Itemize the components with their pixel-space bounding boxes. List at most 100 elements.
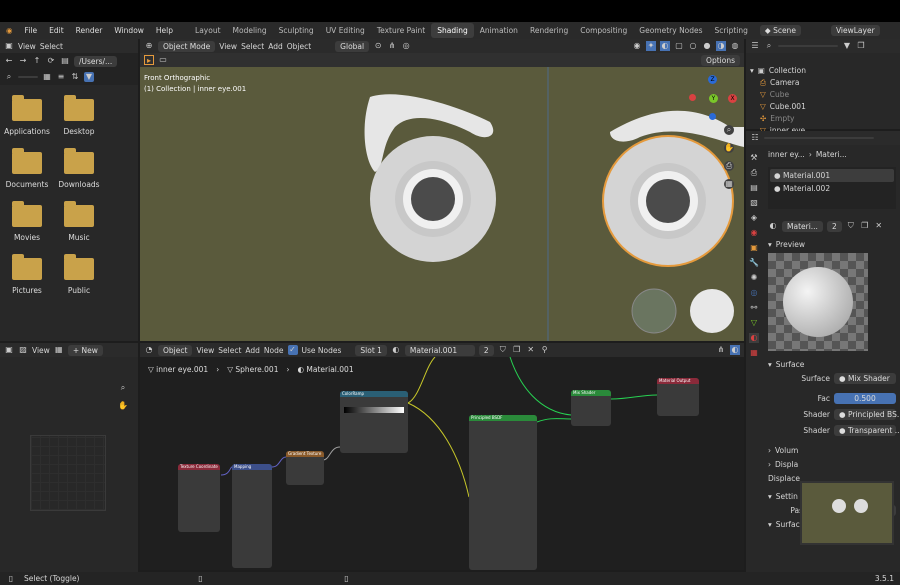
- filter-icon[interactable]: ▼: [84, 72, 94, 82]
- particles-tab-icon[interactable]: ✺: [749, 273, 759, 283]
- snap-node-icon[interactable]: ⋔: [716, 345, 726, 355]
- node-editor[interactable]: ▽ inner eye.001 › ▽ Sphere.001 › ◐ Mater…: [140, 357, 744, 570]
- close-icon[interactable]: ✕: [874, 221, 884, 231]
- physics-tab-icon[interactable]: ◎: [749, 288, 759, 298]
- tab-animation[interactable]: Animation: [474, 23, 524, 38]
- material-slot-2[interactable]: ● Material.002: [770, 182, 894, 195]
- modifier-tab-icon[interactable]: 🔧: [749, 258, 759, 268]
- file-item-pictures[interactable]: Pictures: [2, 254, 52, 295]
- axis-x-icon[interactable]: X: [728, 94, 737, 103]
- hand-pan-icon[interactable]: ✋: [118, 401, 128, 411]
- zoom-icon[interactable]: ⌕: [118, 383, 128, 393]
- list-view-icon[interactable]: ≡: [56, 72, 66, 82]
- fb-select-menu[interactable]: Select: [40, 42, 63, 51]
- tab-layout[interactable]: Layout: [189, 23, 227, 38]
- vp-view-menu[interactable]: View: [219, 42, 237, 51]
- editor-type-icon[interactable]: ⊕: [144, 41, 154, 51]
- ne-node-menu[interactable]: Node: [264, 346, 284, 355]
- xray-icon[interactable]: ▢: [674, 41, 684, 51]
- node-colorramp[interactable]: ColorRamp: [340, 391, 408, 453]
- overlay-icon[interactable]: ◐: [660, 41, 670, 51]
- tab-texture-paint[interactable]: Texture Paint: [371, 23, 431, 38]
- image-browse-icon[interactable]: ▦: [54, 345, 64, 355]
- outliner-item-cube001[interactable]: ▽ Cube.001: [746, 101, 900, 113]
- checkbox-checked-icon[interactable]: ✓: [287, 345, 298, 355]
- outliner-item-cube[interactable]: ▽ Cube: [746, 89, 900, 101]
- sort-icon[interactable]: ⇅: [70, 72, 80, 82]
- filter-search[interactable]: [18, 76, 38, 78]
- node-material-output[interactable]: Material Output: [657, 378, 699, 416]
- vp-select-menu[interactable]: Select: [241, 42, 264, 51]
- properties-search[interactable]: [764, 137, 874, 139]
- refresh-icon[interactable]: ⟳: [46, 56, 56, 66]
- options-button[interactable]: Options: [701, 54, 740, 66]
- properties-type-icon[interactable]: ☷: [750, 133, 760, 143]
- new-image-button[interactable]: + New: [67, 344, 103, 356]
- filter-funnel-icon[interactable]: ▼: [842, 41, 852, 51]
- copy-icon[interactable]: ❐: [860, 221, 870, 231]
- proportional-icon[interactable]: ◎: [401, 41, 411, 51]
- material-users-count[interactable]: 2: [826, 220, 842, 232]
- axis-z-icon[interactable]: Z: [708, 75, 717, 84]
- render-tab-icon[interactable]: ⎙: [749, 168, 759, 178]
- shader2-field[interactable]: ● Transparent ...: [834, 424, 900, 436]
- select-tool-icon[interactable]: ▸: [144, 55, 154, 65]
- hand-pan-icon[interactable]: ✋: [724, 143, 734, 153]
- pin-icon[interactable]: ⚲: [540, 345, 550, 355]
- constraints-tab-icon[interactable]: ⚯: [749, 303, 759, 313]
- menu-window[interactable]: Window: [108, 26, 150, 35]
- new-collection-icon[interactable]: ❐: [856, 41, 866, 51]
- file-item-music[interactable]: Music: [54, 201, 104, 242]
- forward-arrow-icon[interactable]: →: [18, 56, 28, 66]
- new-folder-icon[interactable]: ▤: [60, 56, 70, 66]
- world-tab-icon[interactable]: ◉: [749, 228, 759, 238]
- pivot-icon[interactable]: ⊙: [373, 41, 383, 51]
- fac-slider[interactable]: 0.500: [834, 392, 896, 404]
- overlay-node-icon[interactable]: ◐: [730, 345, 740, 355]
- ne-select-menu[interactable]: Select: [218, 346, 241, 355]
- outliner-type-icon[interactable]: ☰: [750, 41, 760, 51]
- output-tab-icon[interactable]: ▤: [749, 183, 759, 193]
- axis-neg-x-icon[interactable]: [689, 94, 696, 101]
- shader1-field[interactable]: ● Principled BS...: [834, 408, 900, 420]
- grid-view-icon[interactable]: ▦: [42, 72, 52, 82]
- file-item-movies[interactable]: Movies: [2, 201, 52, 242]
- tab-compositing[interactable]: Compositing: [574, 23, 633, 38]
- file-item-documents[interactable]: Documents: [2, 148, 52, 189]
- blender-logo-icon[interactable]: ◉: [0, 26, 19, 35]
- file-item-downloads[interactable]: Downloads: [54, 148, 104, 189]
- snap-icon[interactable]: ⋔: [387, 41, 397, 51]
- volume-panel-header[interactable]: › Volum: [764, 443, 900, 457]
- node-editor-type-icon[interactable]: ◔: [144, 345, 154, 355]
- gizmo-icon[interactable]: ✦: [646, 41, 656, 51]
- tool-tab-icon[interactable]: ⚒: [749, 153, 759, 163]
- outliner-search[interactable]: [778, 45, 838, 47]
- surface-panel-header[interactable]: ▾ Surface: [764, 357, 900, 371]
- folder-icon[interactable]: ▣: [4, 41, 14, 51]
- back-arrow-icon[interactable]: ←: [4, 56, 14, 66]
- transform-orientation[interactable]: Global: [335, 40, 370, 52]
- axis-neg-z-icon[interactable]: [709, 113, 716, 120]
- menu-file[interactable]: File: [19, 26, 44, 35]
- shader-type-selector[interactable]: Object: [158, 344, 193, 356]
- material-shading-icon[interactable]: ◑: [716, 41, 726, 51]
- viewlayer-selector[interactable]: ViewLayer: [830, 25, 880, 36]
- path-field[interactable]: /Users/...: [74, 55, 118, 67]
- node-mapping[interactable]: Mapping: [232, 464, 272, 568]
- filter-icon[interactable]: ⌕: [764, 41, 774, 51]
- file-item-desktop[interactable]: Desktop: [54, 95, 104, 136]
- node-principled-bsdf[interactable]: Principled BSDF: [469, 415, 537, 570]
- ortho-grid-icon[interactable]: ▦: [724, 179, 734, 189]
- menu-render[interactable]: Render: [70, 26, 109, 35]
- camera-view-icon[interactable]: ⎙: [724, 161, 734, 171]
- zoom-icon[interactable]: ⌕: [724, 125, 734, 135]
- material-tab-icon[interactable]: ◐: [749, 333, 759, 343]
- data-tab-icon[interactable]: ▽: [749, 318, 759, 328]
- fake-user-icon[interactable]: ⛉: [498, 345, 508, 355]
- material-slot-1[interactable]: ● Material.001: [770, 169, 894, 182]
- outliner-item-camera[interactable]: ⎙ Camera: [746, 77, 900, 89]
- vp-object-menu[interactable]: Object: [287, 42, 311, 51]
- menu-help[interactable]: Help: [150, 26, 179, 35]
- tab-scripting[interactable]: Scripting: [709, 23, 754, 38]
- material-field[interactable]: Materi...: [782, 220, 823, 232]
